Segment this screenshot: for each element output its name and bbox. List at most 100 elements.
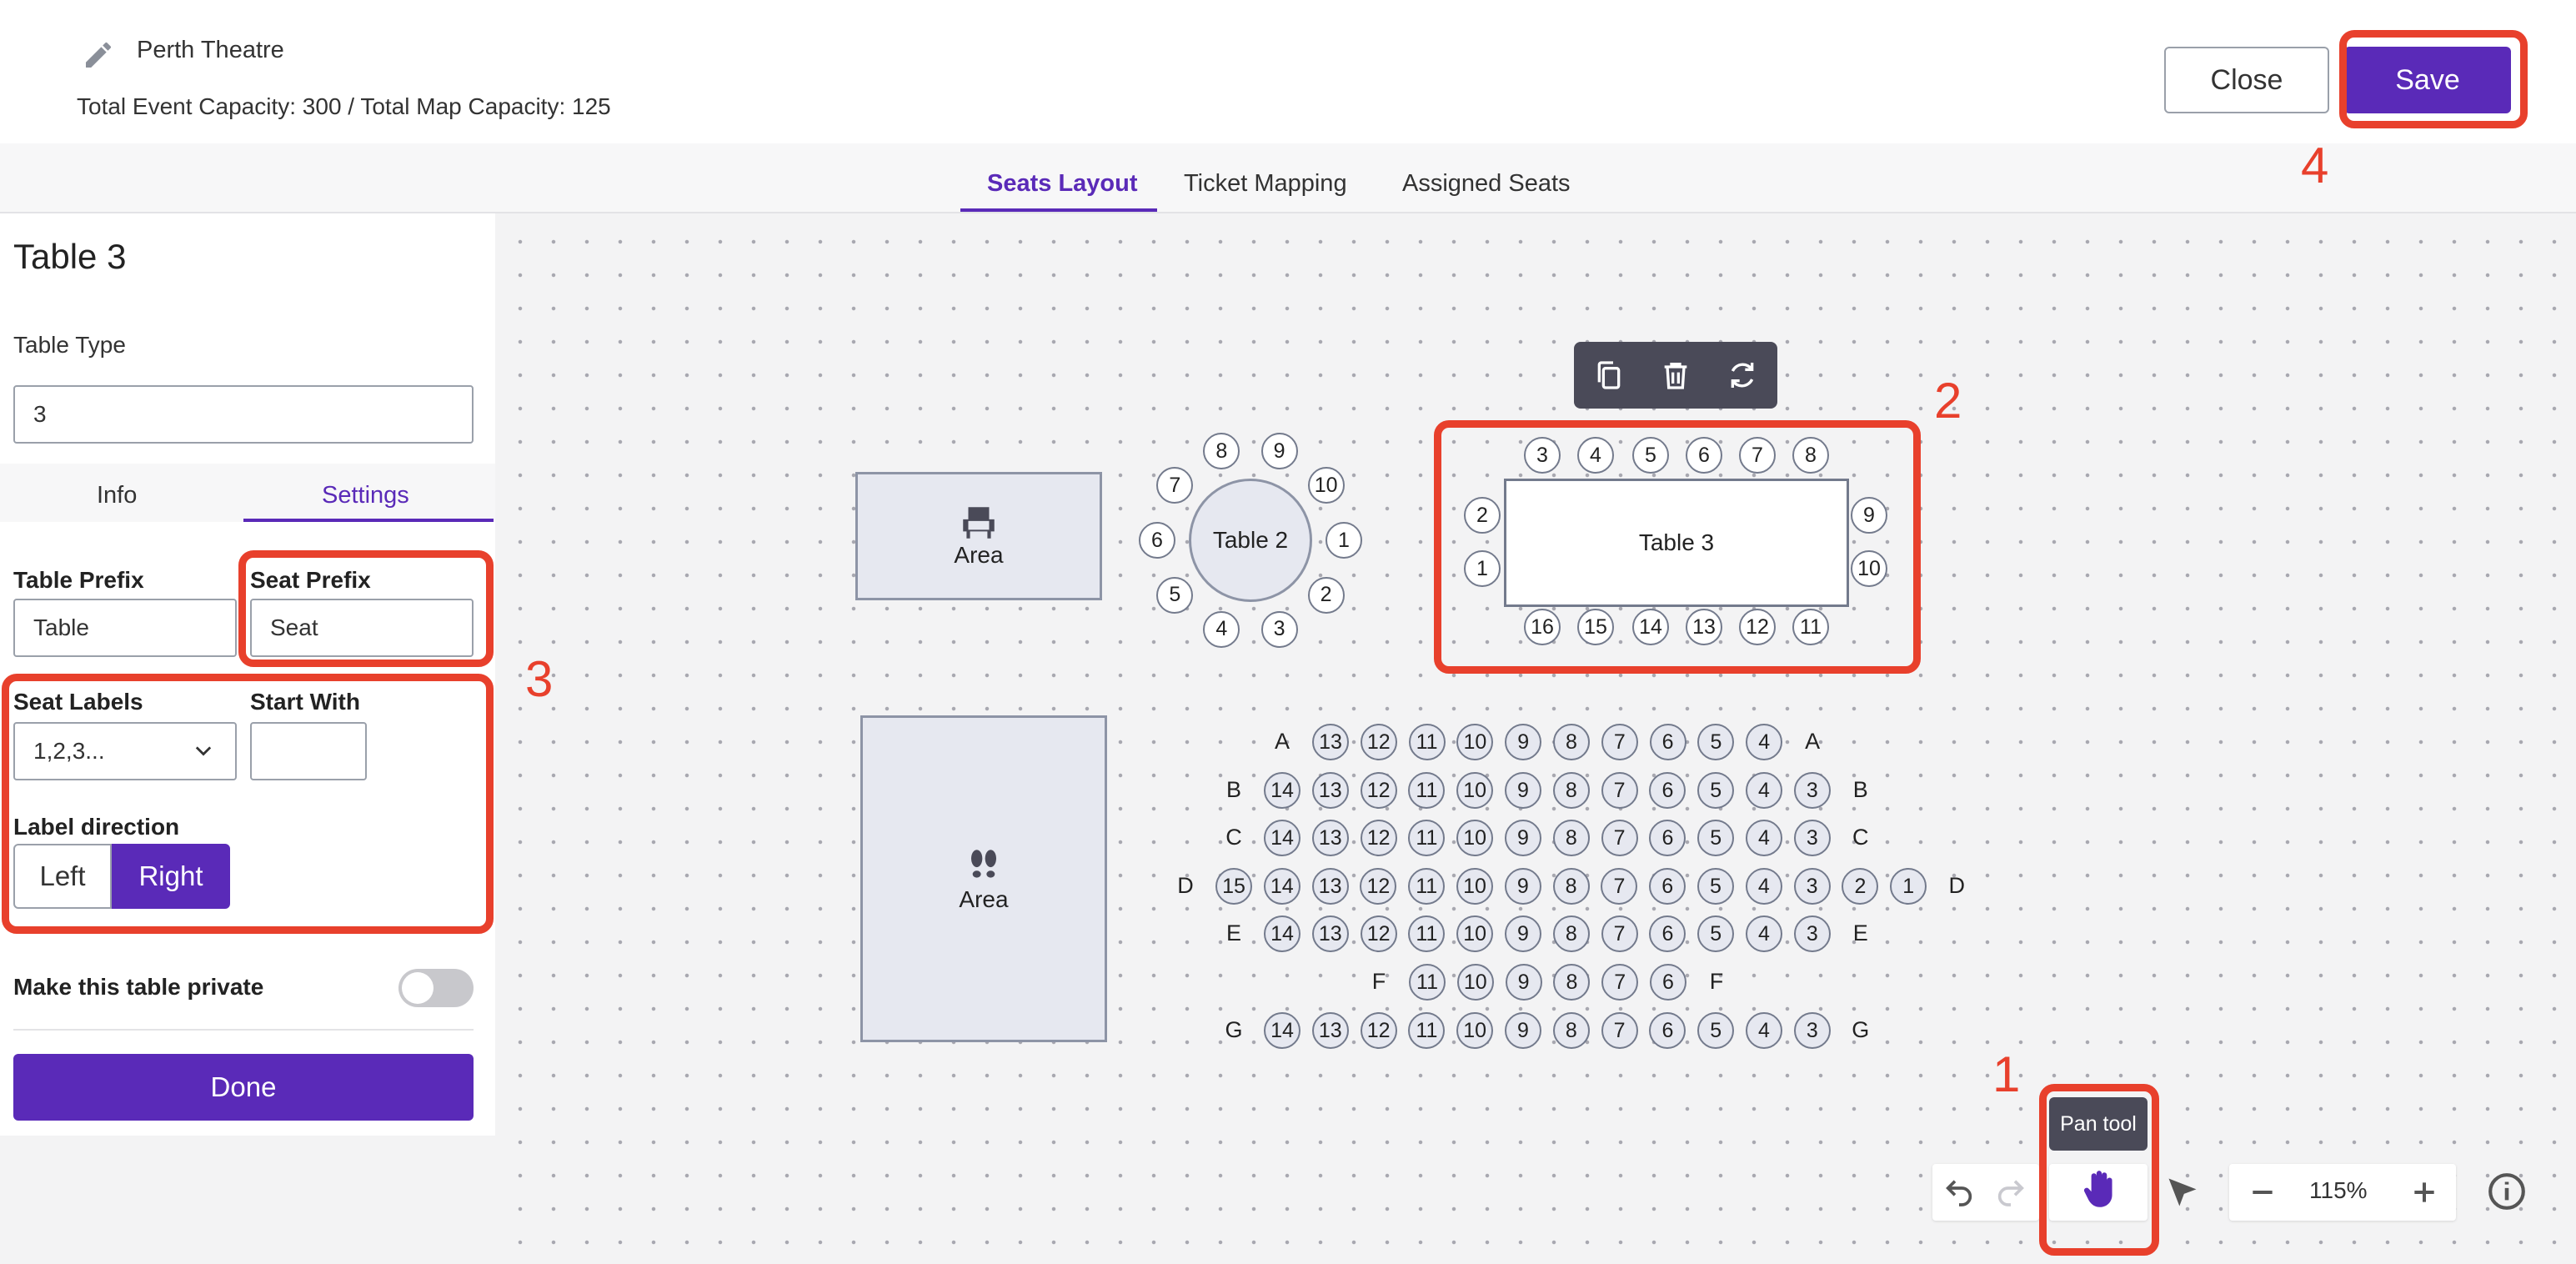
- row-seat[interactable]: 15: [1215, 868, 1252, 905]
- row-seat[interactable]: 4: [1746, 820, 1782, 856]
- tab-assigned-seats[interactable]: Assigned Seats: [1402, 170, 1571, 198]
- row-seat[interactable]: 3: [1793, 915, 1831, 952]
- table-type-input[interactable]: 3: [13, 385, 474, 444]
- zoom-in-icon[interactable]: [2408, 1176, 2441, 1209]
- subtab-info[interactable]: Info: [97, 482, 137, 509]
- row-seat[interactable]: 4: [1746, 772, 1782, 809]
- row-seat[interactable]: 13: [1311, 820, 1349, 856]
- annotation-box-table-3: [1434, 420, 1921, 674]
- row-seat[interactable]: 5: [1697, 868, 1734, 905]
- row-seat[interactable]: 5: [1697, 1012, 1735, 1049]
- row-seat[interactable]: 4: [1746, 915, 1782, 952]
- row-seat[interactable]: 8: [1552, 915, 1590, 952]
- row-seat[interactable]: 7: [1601, 915, 1638, 952]
- row-seat[interactable]: 3: [1793, 1012, 1831, 1049]
- trash-icon[interactable]: [1659, 359, 1692, 392]
- row-seat[interactable]: 8: [1552, 820, 1590, 856]
- copy-icon[interactable]: [1592, 359, 1626, 392]
- row-seat[interactable]: 7: [1601, 724, 1638, 760]
- row-seat[interactable]: 3: [1793, 868, 1831, 905]
- row-seat[interactable]: 13: [1312, 724, 1349, 760]
- row-seat[interactable]: 8: [1552, 772, 1590, 809]
- row-seat[interactable]: 13: [1311, 868, 1349, 905]
- row-seat[interactable]: 10: [1456, 915, 1494, 952]
- row-seat[interactable]: 5: [1697, 915, 1735, 952]
- row-seat[interactable]: 12: [1360, 1012, 1397, 1049]
- row-seat[interactable]: 9: [1505, 772, 1541, 809]
- row-seat[interactable]: 7: [1601, 964, 1639, 1001]
- close-button[interactable]: Close: [2164, 47, 2329, 113]
- info-icon[interactable]: [2486, 1171, 2528, 1212]
- row-seat[interactable]: 14: [1264, 820, 1301, 856]
- subtab-settings[interactable]: Settings: [322, 482, 409, 509]
- row-label: A: [1274, 729, 1290, 754]
- row-seat[interactable]: 5: [1697, 772, 1735, 809]
- row-seat[interactable]: 3: [1793, 820, 1831, 856]
- row-seat[interactable]: 10: [1456, 964, 1494, 1001]
- row-seat[interactable]: 12: [1360, 772, 1397, 809]
- annotation-box-pan-tool: [2039, 1084, 2159, 1256]
- row-seat[interactable]: 7: [1601, 1012, 1638, 1049]
- row-seat[interactable]: 13: [1311, 772, 1349, 809]
- pencil-icon[interactable]: [82, 38, 115, 72]
- redo-icon[interactable]: [1994, 1176, 2027, 1209]
- table-2-seat[interactable]: 1: [1326, 522, 1362, 559]
- done-button[interactable]: Done: [13, 1054, 474, 1121]
- row-seat[interactable]: 8: [1552, 868, 1590, 905]
- row-seat[interactable]: 12: [1360, 820, 1397, 856]
- row-seat[interactable]: 12: [1360, 915, 1397, 952]
- row-seat[interactable]: 11: [1408, 868, 1446, 905]
- row-seat[interactable]: 7: [1601, 772, 1638, 809]
- table-2[interactable]: Table 2: [1189, 479, 1312, 602]
- row-seat[interactable]: 10: [1456, 772, 1494, 809]
- area-block-top[interactable]: Area: [855, 472, 1102, 600]
- table-2-seat[interactable]: 3: [1260, 610, 1298, 648]
- table-2-seat[interactable]: 10: [1307, 467, 1345, 504]
- row-seat[interactable]: 9: [1505, 964, 1542, 1001]
- row-seat[interactable]: 10: [1456, 820, 1494, 856]
- zoom-out-icon[interactable]: [2246, 1176, 2279, 1209]
- row-seat[interactable]: 5: [1697, 820, 1735, 856]
- row-seat[interactable]: 1: [1890, 868, 1927, 905]
- row-seat[interactable]: 13: [1311, 915, 1349, 952]
- row-seat[interactable]: 4: [1746, 724, 1783, 760]
- table-prefix-input[interactable]: Table: [13, 599, 237, 657]
- row-seat[interactable]: 4: [1745, 868, 1782, 905]
- tab-seats-layout[interactable]: Seats Layout: [987, 170, 1138, 198]
- table-2-seat[interactable]: 2: [1307, 576, 1345, 614]
- area-block-bottom[interactable]: Area: [860, 715, 1107, 1042]
- table-2-seat[interactable]: 4: [1203, 610, 1240, 648]
- row-seat[interactable]: 14: [1264, 1012, 1301, 1049]
- row-seat[interactable]: 8: [1552, 1012, 1590, 1049]
- row-seat[interactable]: 10: [1456, 1012, 1494, 1049]
- row-seat[interactable]: 14: [1263, 868, 1301, 905]
- row-seat[interactable]: 9: [1505, 820, 1541, 856]
- row-seat[interactable]: 7: [1601, 820, 1638, 856]
- row-seat[interactable]: 12: [1360, 724, 1397, 760]
- row-seat[interactable]: 14: [1264, 772, 1301, 809]
- row-seat[interactable]: 10: [1456, 868, 1493, 905]
- row-seat[interactable]: 6: [1650, 964, 1686, 1001]
- table-2-seat[interactable]: 9: [1260, 433, 1298, 470]
- row-seat[interactable]: 4: [1746, 1012, 1782, 1049]
- row-seat[interactable]: 8: [1553, 724, 1590, 760]
- row-seat[interactable]: 13: [1311, 1012, 1349, 1049]
- rotate-icon[interactable]: [1726, 359, 1759, 392]
- row-seat[interactable]: 9: [1505, 915, 1541, 952]
- table-2-seat[interactable]: 6: [1139, 522, 1175, 559]
- row-seat[interactable]: 9: [1505, 1012, 1541, 1049]
- undo-icon[interactable]: [1942, 1176, 1976, 1209]
- row-seat[interactable]: 6: [1649, 868, 1686, 905]
- tab-ticket-mapping[interactable]: Ticket Mapping: [1184, 170, 1347, 198]
- row-seat[interactable]: 11: [1409, 964, 1446, 1001]
- row-seat[interactable]: 14: [1264, 915, 1301, 952]
- row-seat[interactable]: 9: [1504, 868, 1541, 905]
- panel-subtabs: [0, 464, 495, 522]
- private-table-label: Make this table private: [13, 974, 264, 1000]
- row-seat[interactable]: 9: [1505, 724, 1542, 760]
- row-seat[interactable]: 11: [1408, 724, 1446, 760]
- row-seat[interactable]: 6: [1649, 724, 1686, 760]
- select-arrow-icon[interactable]: [2164, 1174, 2201, 1211]
- row-seat[interactable]: 3: [1793, 772, 1831, 809]
- table-2-seat[interactable]: 5: [1156, 576, 1194, 614]
